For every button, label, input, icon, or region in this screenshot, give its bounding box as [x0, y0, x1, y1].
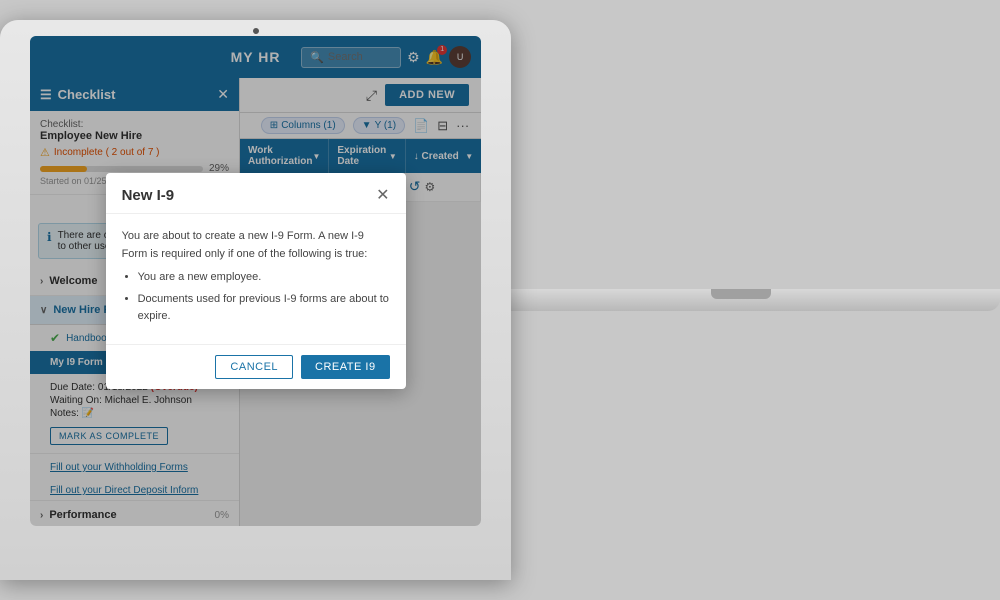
create-i9-button[interactable]: CREATE I9	[301, 355, 390, 379]
modal-intro-text: You are about to create a new I-9 Form. …	[240, 228, 390, 263]
webcam	[253, 28, 259, 34]
main-content-area: ⤢ ADD NEW ⊞ Columns (1) ▼ Y (1)	[240, 78, 481, 526]
modal-bullet-1: You are a new employee.	[240, 269, 390, 287]
modal-close-button[interactable]: ✕	[376, 185, 389, 205]
cancel-button[interactable]: CANCEL	[240, 355, 293, 379]
modal-bullet-2: Documents used for previous I-9 forms ar…	[240, 291, 390, 326]
modal-footer: CANCEL CREATE I9	[240, 344, 406, 389]
laptop-notch	[711, 289, 771, 299]
new-i9-modal: New I-9 ✕ You are about to create a new …	[240, 173, 406, 389]
modal-overlay: New I-9 ✕ You are about to create a new …	[240, 78, 481, 526]
modal-header: New I-9 ✕	[240, 173, 406, 214]
modal-body: You are about to create a new I-9 Form. …	[240, 214, 406, 344]
